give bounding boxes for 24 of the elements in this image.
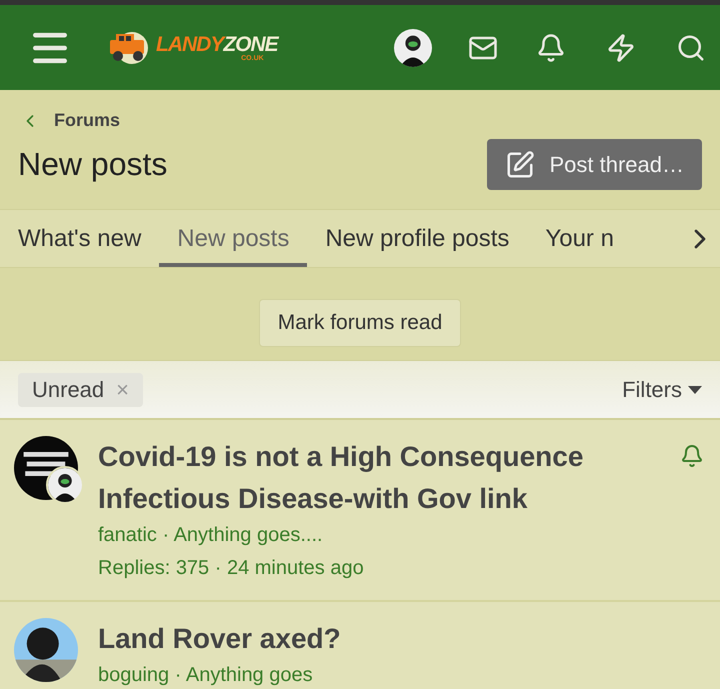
- user-avatar[interactable]: [394, 28, 432, 66]
- thread-author-forum: boguing · Anything goes: [98, 664, 314, 687]
- logo-text: LANDY: [156, 32, 224, 56]
- caret-icon: [688, 386, 702, 394]
- mark-read-button[interactable]: Mark forums read: [258, 299, 462, 347]
- nav-tab[interactable]: New posts: [159, 210, 308, 267]
- nav-tab[interactable]: Your n: [527, 210, 632, 267]
- post-thread-button[interactable]: Post thread…: [487, 139, 702, 190]
- thread-title[interactable]: Covid-19 is not a High Consequence Infectious Disease-with Gov link: [98, 436, 666, 520]
- nav-tab[interactable]: What's new: [0, 210, 160, 267]
- filters-button[interactable]: Filters: [622, 376, 702, 402]
- bell-icon[interactable]: [536, 32, 566, 62]
- nav-tab[interactable]: New profile posts: [307, 210, 528, 267]
- page-title: New posts: [18, 146, 168, 183]
- lightning-icon[interactable]: [606, 32, 636, 62]
- logo-text: ZONE: [223, 32, 278, 56]
- search-icon[interactable]: [676, 32, 706, 62]
- filter-label: Unread: [32, 376, 104, 402]
- breadcrumb-link[interactable]: Forums: [20, 110, 120, 131]
- thread-title[interactable]: Land Rover axed?: [98, 618, 704, 660]
- edit-icon: [505, 150, 536, 180]
- thread-author-forum: fanatic · Anything goes....: [98, 524, 324, 547]
- thread-stats: Replies: 375 · 24 minutes ago: [98, 557, 365, 580]
- bell-icon[interactable]: [680, 444, 704, 468]
